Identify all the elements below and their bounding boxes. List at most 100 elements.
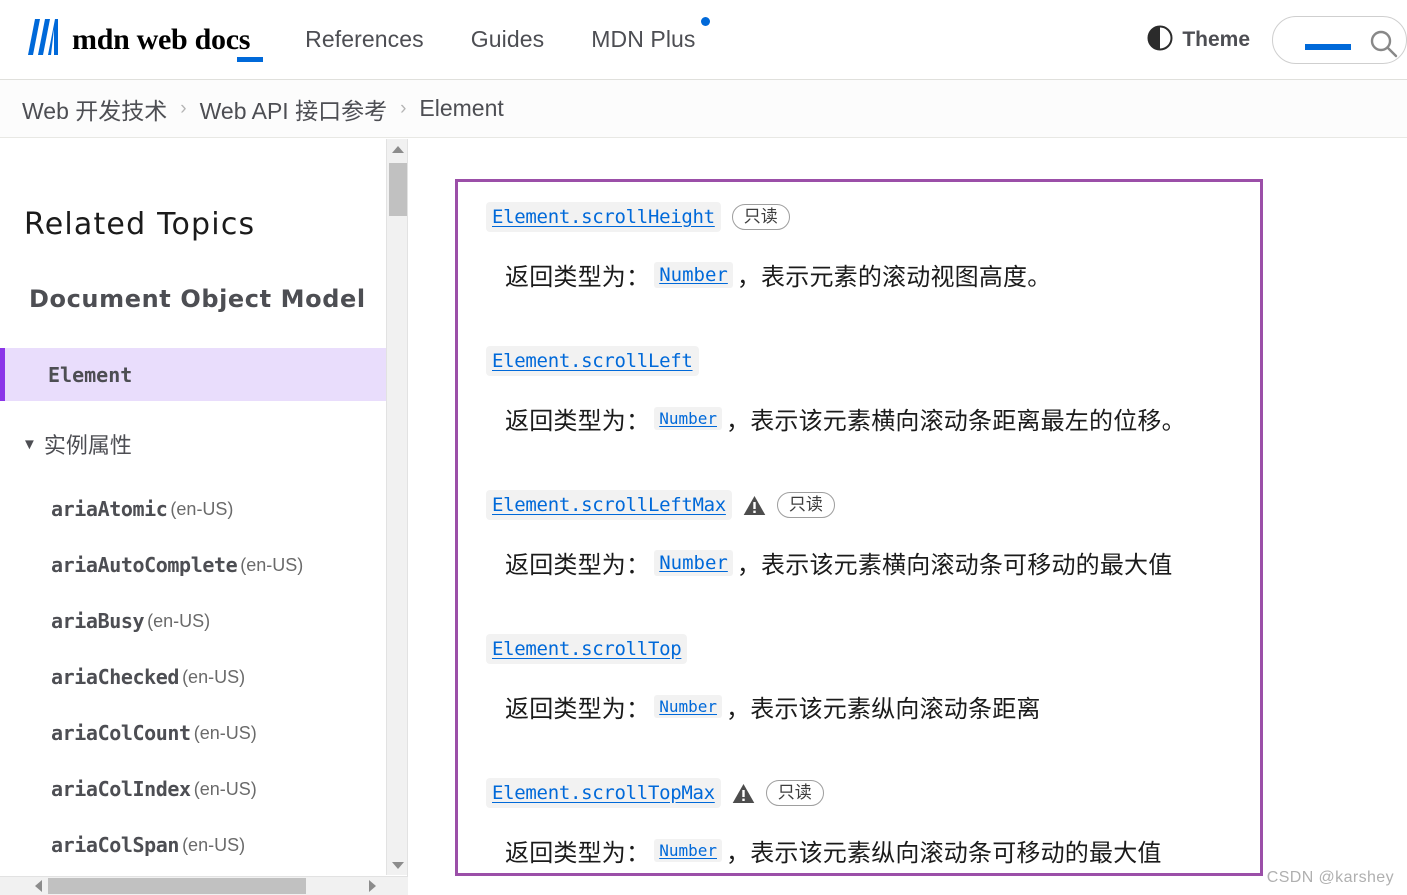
property-description: 返回类型为： Number ， 表示元素的滚动视图高度。 xyxy=(505,257,1051,292)
caret-down-icon xyxy=(391,861,404,869)
scroll-down-button[interactable] xyxy=(387,855,408,875)
sidebar-horizontal-scrollbar[interactable] xyxy=(0,876,408,895)
locale-suffix: (en-US) xyxy=(147,610,211,631)
description-comma: ， xyxy=(726,696,751,723)
property-entry-header: Element.scrollLeftMax 只读 xyxy=(486,490,1172,520)
new-badge-dot-icon xyxy=(700,17,710,26)
breadcrumb-item-element: Element xyxy=(419,95,504,121)
property-entry-header: Element.scrollTopMax 只读 xyxy=(486,778,1162,808)
property-description: 返回类型为： Number ， 表示该元素横向滚动条距离最左的位移。 xyxy=(505,401,1186,436)
related-topics-heading: Related Topics xyxy=(24,207,256,242)
scroll-left-button[interactable] xyxy=(28,877,48,895)
property-description: 返回类型为： Number ， 表示该元素纵向滚动条可移动的最大值 xyxy=(505,833,1162,868)
list-item[interactable]: ariaBusy (en-US) xyxy=(0,593,388,649)
list-item[interactable]: ariaAtomic (en-US) xyxy=(0,481,388,537)
watermark: CSDN @karshey xyxy=(1266,869,1394,886)
status-badge: 只读 xyxy=(731,204,790,230)
property-name: ariaAtomic xyxy=(51,497,168,521)
status-badge: 只读 xyxy=(765,780,824,806)
property-name: ariaColSpan xyxy=(51,833,180,857)
description-suffix: 表示该元素纵向滚动条可移动的最大值 xyxy=(750,840,1162,867)
sidebar-item-element[interactable]: Element xyxy=(0,348,388,401)
list-item[interactable]: ariaAutoComplete (en-US) xyxy=(0,537,388,593)
nav-label: MDN Plus xyxy=(591,26,696,52)
breadcrumb-separator: › xyxy=(400,97,407,119)
property-description: 返回类型为： Number ， 表示该元素横向滚动条可移动的最大值 xyxy=(505,545,1172,580)
description-suffix: 表示该元素横向滚动条距离最左的位移。 xyxy=(750,408,1186,435)
nav-label: Guides xyxy=(470,26,545,52)
property-entry-header: Element.scrollHeight 只读 xyxy=(486,202,1051,232)
chevron-down-icon: ▼ xyxy=(22,435,37,453)
type-link-number[interactable]: Number xyxy=(654,839,722,862)
nav-item-guides[interactable]: Guides xyxy=(471,26,544,53)
scroll-right-button[interactable] xyxy=(362,877,382,895)
sidebar-property-list: ariaAtomic (en-US) ariaAutoComplete (en-… xyxy=(0,460,388,875)
type-link-number[interactable]: Number xyxy=(654,407,722,430)
description-suffix: 表示该元素横向滚动条可移动的最大值 xyxy=(761,552,1173,579)
sidebar-section-label: 实例属性 xyxy=(43,433,132,458)
header-actions: Theme xyxy=(1147,0,1407,80)
scrollbar-thumb[interactable] xyxy=(389,163,407,216)
property-link-scrollleftmax[interactable]: Element.scrollLeftMax xyxy=(486,490,732,520)
locale-suffix: (en-US) xyxy=(240,554,304,575)
breadcrumb-separator: › xyxy=(180,97,187,119)
locale-suffix: (en-US) xyxy=(182,834,246,855)
dom-group-heading: Document Object Model xyxy=(29,285,366,313)
nav-item-references[interactable]: References xyxy=(305,26,424,53)
search-input[interactable] xyxy=(1272,16,1407,64)
property-entry: Element.scrollLeftMax 只读 返回类型为： Number ，… xyxy=(486,490,1172,580)
status-badge: 只读 xyxy=(776,492,835,518)
sidebar-item-label: Element xyxy=(48,362,133,387)
locale-suffix: (en-US) xyxy=(182,666,246,687)
description-comma: ， xyxy=(736,264,762,291)
search-icon[interactable] xyxy=(1368,28,1400,63)
breadcrumb-item-web-tech[interactable]: Web 开发技术 xyxy=(22,92,167,126)
property-link-scrollleft[interactable]: Element.scrollLeft xyxy=(486,346,699,376)
property-name: ariaBusy xyxy=(51,609,145,633)
property-name: ariaColIndex xyxy=(51,777,191,801)
nav-label: References xyxy=(305,26,424,52)
list-item[interactable]: ariaChecked (en-US) xyxy=(0,649,388,705)
type-link-number[interactable]: Number xyxy=(654,695,722,718)
nav-item-mdn-plus[interactable]: MDN Plus xyxy=(591,17,710,53)
list-item[interactable]: ariaColSpan (en-US) xyxy=(0,817,388,873)
theme-toggle-button[interactable]: Theme xyxy=(1147,25,1250,56)
description-prefix: 返回类型为： xyxy=(505,408,651,435)
search-text-caret xyxy=(1305,44,1351,50)
property-entry: Element.scrollTop 返回类型为： Number ， 表示该元素纵… xyxy=(486,634,1041,724)
list-item[interactable]: ariaCurrent (en-US) xyxy=(0,873,388,875)
description-prefix: 返回类型为： xyxy=(505,552,651,579)
highlighted-content-box: Element.scrollHeight 只读 返回类型为： Number ， … xyxy=(455,179,1263,876)
caret-up-icon xyxy=(391,145,404,153)
sidebar-vertical-scrollbar[interactable] xyxy=(386,139,408,875)
description-comma: ， xyxy=(726,408,751,435)
theme-label: Theme xyxy=(1182,28,1250,51)
description-comma: ， xyxy=(726,840,751,867)
sidebar-section-instance-properties[interactable]: ▼ 实例属性 xyxy=(0,401,388,460)
property-link-scrolltop[interactable]: Element.scrollTop xyxy=(486,634,688,664)
mdn-logo[interactable]: mdn web docs xyxy=(22,17,263,63)
property-entry-header: Element.scrollLeft xyxy=(486,346,1186,376)
list-item[interactable]: ariaColCount (en-US) xyxy=(0,705,388,761)
description-prefix: 返回类型为： xyxy=(505,696,651,723)
list-item[interactable]: ariaColIndex (en-US) xyxy=(0,761,388,817)
property-entry: Element.scrollHeight 只读 返回类型为： Number ， … xyxy=(486,202,1051,292)
locale-suffix: (en-US) xyxy=(193,778,257,799)
type-link-number[interactable]: Number xyxy=(654,549,733,576)
scrollbar-thumb[interactable] xyxy=(48,878,306,894)
property-description: 返回类型为： Number ， 表示该元素纵向滚动条距离 xyxy=(505,689,1041,724)
mdn-logo-icon xyxy=(22,17,64,62)
primary-nav: References Guides MDN Plus xyxy=(305,0,710,79)
type-link-number[interactable]: Number xyxy=(654,261,733,288)
description-prefix: 返回类型为： xyxy=(505,264,651,291)
site-header: mdn web docs References Guides MDN Plus xyxy=(0,0,1407,80)
scroll-up-button[interactable] xyxy=(387,139,408,159)
description-prefix: 返回类型为： xyxy=(505,840,651,867)
caret-left-icon xyxy=(34,880,42,892)
mdn-logo-text: mdn web docs xyxy=(72,22,251,56)
breadcrumb-item-web-api[interactable]: Web API 接口参考 xyxy=(200,92,387,126)
property-entry: Element.scrollTopMax 只读 返回类型为： Number ， … xyxy=(486,778,1162,868)
property-link-scrollheight[interactable]: Element.scrollHeight xyxy=(486,202,721,232)
property-link-scrolltopmax[interactable]: Element.scrollTopMax xyxy=(486,778,721,808)
locale-suffix: (en-US) xyxy=(170,498,234,519)
